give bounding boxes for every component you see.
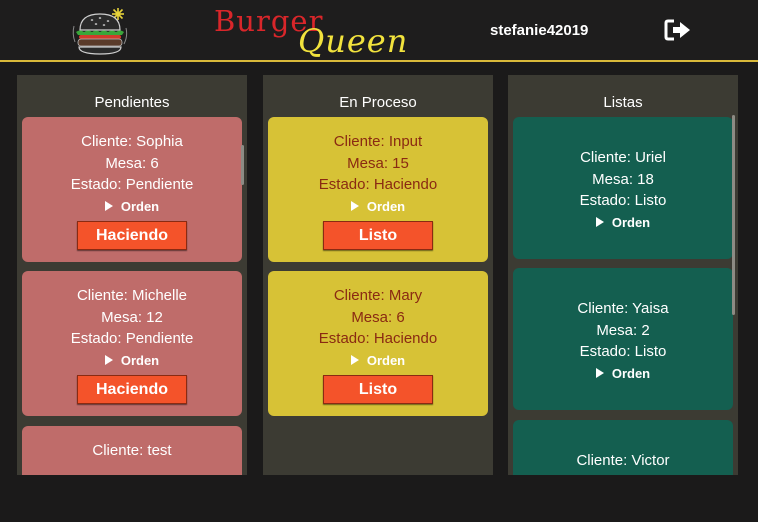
order-card: Cliente: Michelle Mesa: 12 Estado: Pendi…	[22, 271, 242, 416]
estado-label: Estado: Haciendo	[318, 176, 438, 193]
haciendo-button[interactable]: Haciendo	[77, 220, 187, 250]
scrollbar-thumb[interactable]	[732, 115, 735, 315]
burger-crown-icon[interactable]	[66, 4, 132, 58]
orden-toggle[interactable]: Orden	[22, 351, 242, 370]
orden-toggle[interactable]: Orden	[268, 197, 488, 216]
cliente-label: Cliente: Michelle	[76, 287, 188, 304]
mesa-label: Mesa: 6	[351, 308, 405, 326]
column-pendientes[interactable]: Pendientes Cliente: Sophia Mesa: 6 Estad…	[17, 75, 247, 475]
orden-label: Orden	[611, 214, 651, 230]
orden-toggle[interactable]: Orden	[513, 364, 733, 383]
cliente-label: Cliente: test	[92, 442, 172, 459]
orden-label: Orden	[120, 198, 160, 214]
mesa-label: Mesa: 2	[596, 321, 650, 339]
caret-right-icon	[350, 200, 359, 211]
caret-right-icon	[595, 216, 604, 227]
cliente-label: Cliente: Input	[333, 133, 423, 150]
orden-label: Orden	[366, 198, 406, 214]
column-title: En Proceso	[339, 94, 417, 111]
estado-label: Estado: Listo	[579, 192, 667, 209]
mesa-label: Mesa: 12	[101, 308, 163, 326]
logout-arrow-icon[interactable]	[664, 18, 692, 42]
mesa-label: Mesa: 6	[105, 154, 159, 172]
orden-toggle[interactable]: Orden	[268, 351, 488, 370]
estado-label: Estado: Listo	[579, 343, 667, 360]
haciendo-button[interactable]: Haciendo	[77, 374, 187, 404]
orden-toggle[interactable]: Orden	[22, 197, 242, 216]
listo-button[interactable]: Listo	[323, 374, 433, 404]
column-title: Pendientes	[94, 94, 170, 111]
brand-logo: Burger Queen	[212, 4, 422, 60]
mesa-label: Mesa: 15	[347, 154, 409, 172]
cliente-label: Cliente: Victor	[576, 452, 670, 469]
order-card: Cliente: Input Mesa: 15 Estado: Haciendo…	[268, 117, 488, 262]
order-card: Cliente: Uriel Mesa: 18 Estado: Listo Or…	[513, 117, 733, 259]
caret-right-icon	[104, 200, 113, 211]
orden-label: Orden	[366, 352, 406, 368]
order-card: Cliente: Mary Mesa: 6 Estado: Haciendo O…	[268, 271, 488, 416]
column-title: Listas	[603, 94, 643, 111]
cliente-label: Cliente: Uriel	[580, 149, 666, 166]
order-card: Cliente: test	[22, 426, 242, 475]
orden-label: Orden	[120, 352, 160, 368]
cliente-label: Cliente: Sophia	[81, 133, 183, 150]
orden-label: Orden	[611, 365, 651, 381]
estado-label: Estado: Pendiente	[70, 330, 194, 347]
cliente-label: Cliente: Yaisa	[577, 300, 669, 317]
caret-right-icon	[595, 367, 604, 378]
caret-right-icon	[104, 354, 113, 365]
username-label: stefanie42019	[490, 22, 589, 39]
column-listas[interactable]: Listas Cliente: Uriel Mesa: 18 Estado: L…	[508, 75, 738, 475]
app-header: Burger Queen stefanie42019	[0, 0, 758, 62]
order-card: Cliente: Sophia Mesa: 6 Estado: Pendient…	[22, 117, 242, 262]
estado-label: Estado: Haciendo	[318, 330, 438, 347]
scrollbar-thumb[interactable]	[241, 145, 244, 185]
order-card: Cliente: Yaisa Mesa: 2 Estado: Listo Ord…	[513, 268, 733, 410]
estado-label: Estado: Pendiente	[70, 176, 194, 193]
column-en-proceso[interactable]: En Proceso Cliente: Input Mesa: 15 Estad…	[263, 75, 493, 475]
mesa-label: Mesa: 18	[592, 170, 654, 188]
listo-button[interactable]: Listo	[323, 220, 433, 250]
brand-word-queen: Queen	[298, 22, 409, 60]
order-card: Cliente: Victor	[513, 420, 733, 475]
orden-toggle[interactable]: Orden	[513, 213, 733, 232]
cliente-label: Cliente: Mary	[333, 287, 423, 304]
caret-right-icon	[350, 354, 359, 365]
